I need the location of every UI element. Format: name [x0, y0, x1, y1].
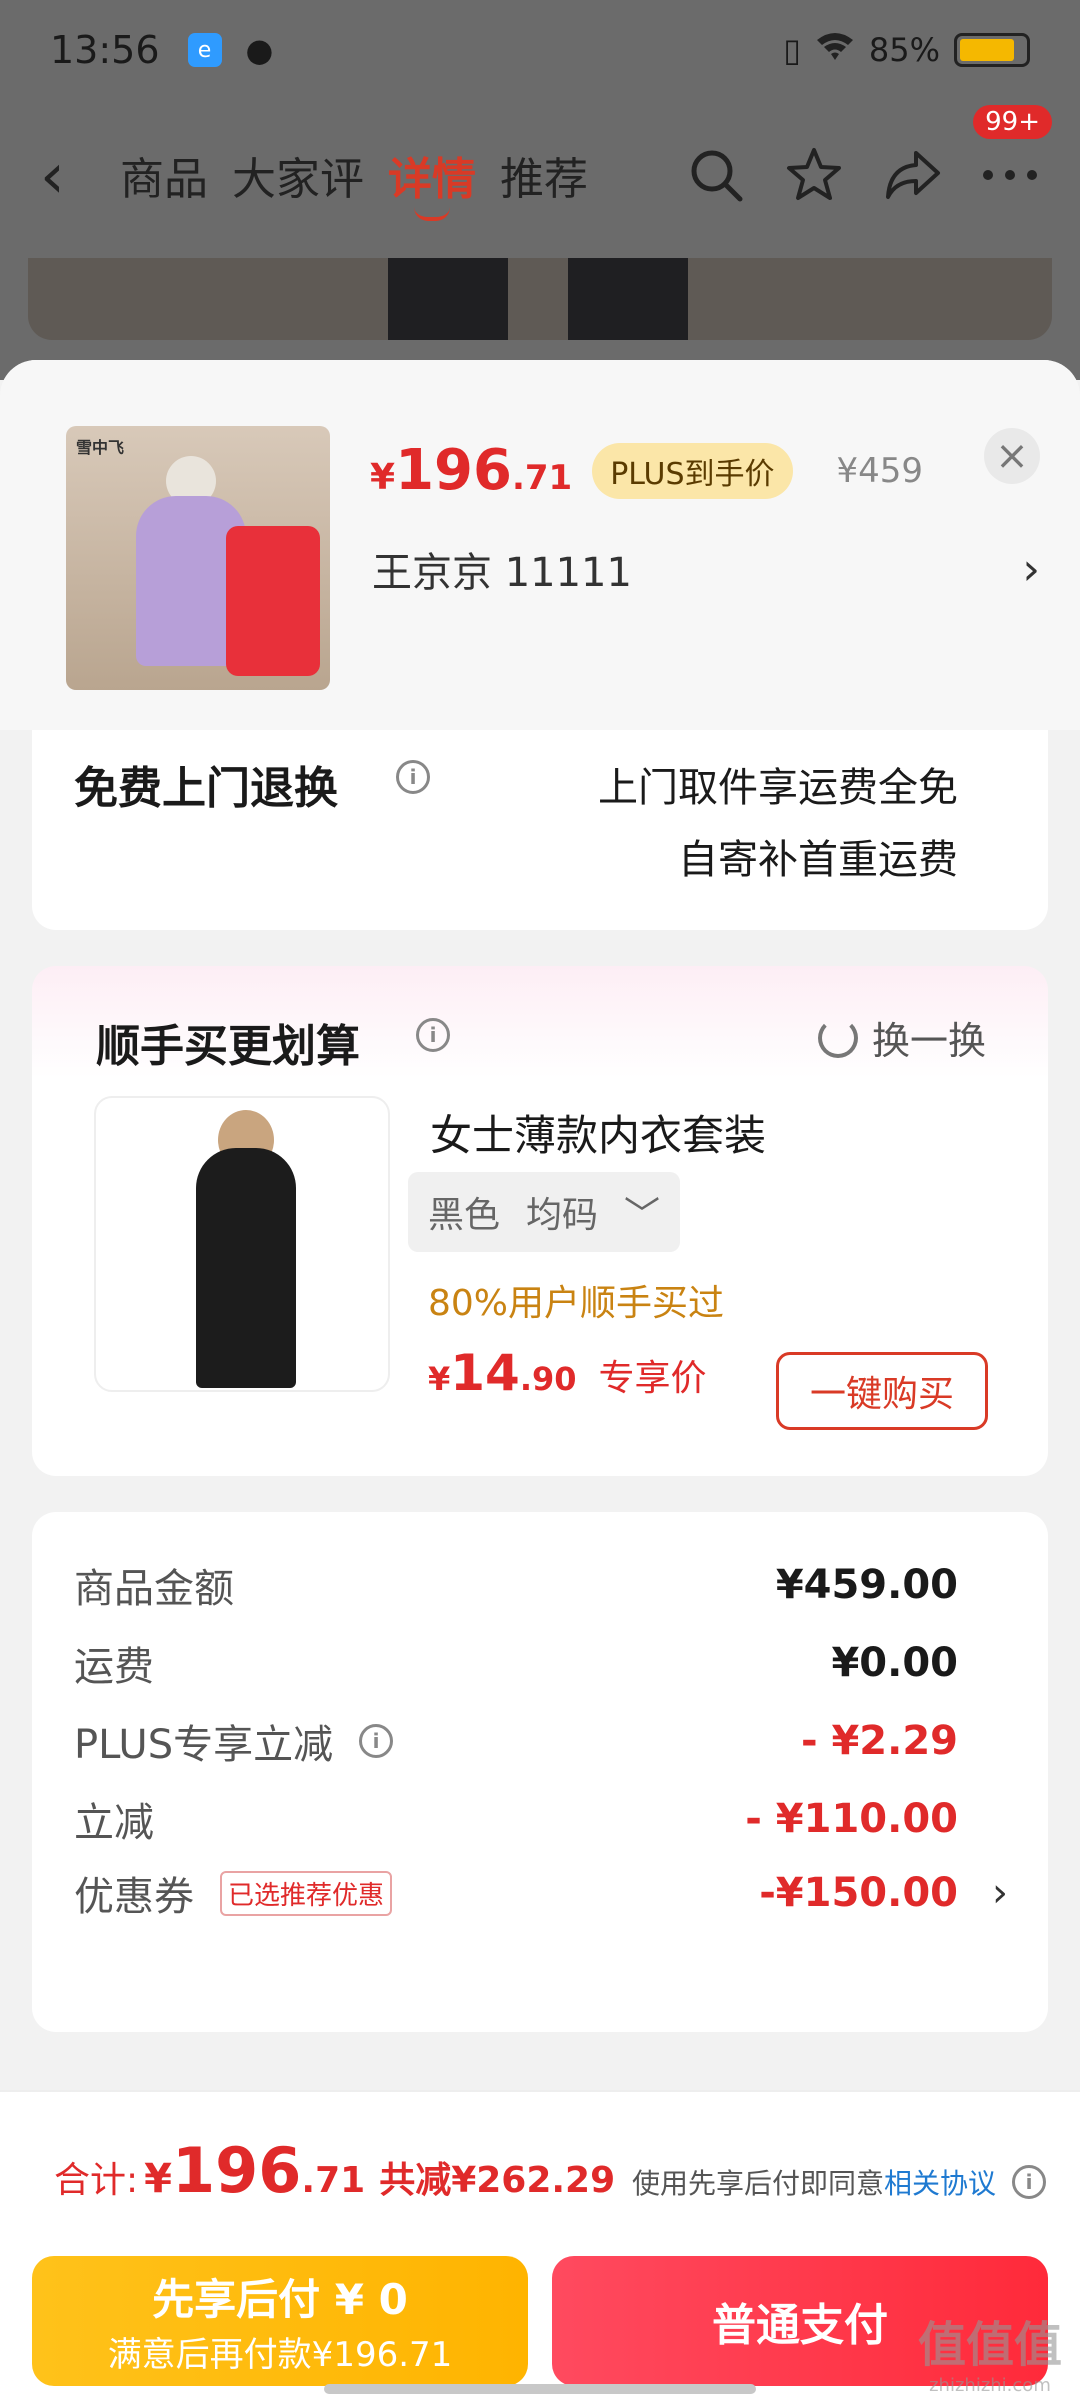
product-hero-image: [28, 258, 1052, 340]
one-click-buy-button[interactable]: 一键购买: [776, 1352, 988, 1430]
return-policy-card: 免费上门退换 i 上门取件享运费全免 自寄补首重运费: [32, 730, 1048, 930]
battery-icon: [954, 33, 1030, 67]
search-icon[interactable]: [686, 145, 746, 205]
addon-price-tag: 专享价: [598, 1358, 707, 1399]
app-notification-icon: e: [187, 33, 222, 67]
price-row: ¥ 196 .71 PLUS到手价 ¥459: [370, 438, 923, 503]
chevron-right-icon: ›: [1022, 543, 1040, 595]
price-symbol: ¥: [370, 457, 396, 498]
summary-value: - ¥110.00: [745, 1796, 958, 1842]
total-savings: 共减¥262.29: [379, 2160, 616, 2201]
share-icon[interactable]: [882, 145, 942, 205]
refresh-icon: [817, 1017, 858, 1058]
summary-value: ¥459.00: [775, 1562, 958, 1608]
total-label: 合计:: [54, 2160, 139, 2201]
addon-color: 黑色: [428, 1195, 501, 1236]
addon-price-decimal: .90: [519, 1360, 577, 1398]
spec-selector[interactable]: 王京京 11111 ›: [372, 540, 1040, 598]
site-watermark: 值值值 zhizhizhi.com: [917, 2317, 1062, 2396]
chevron-right-icon: ›: [992, 1870, 1008, 1916]
summary-value: ¥0.00: [831, 1640, 958, 1686]
total-decimal: .71: [301, 2160, 366, 2201]
summary-label: 商品金额: [74, 1566, 234, 1612]
battery-percent: 85%: [868, 31, 940, 69]
coupon-recommended-badge: 已选推荐优惠: [220, 1870, 393, 1916]
addon-social-proof: 80%用户顺手买过: [428, 1283, 725, 1324]
info-icon[interactable]: i: [396, 760, 430, 794]
chevron-down-icon: ﹀: [624, 1195, 661, 1236]
price-summary-card: 商品金额 ¥459.00 运费 ¥0.00 PLUS专享立减 i - ¥2.29…: [32, 1512, 1048, 2032]
summary-label-wrap: 优惠券 已选推荐优惠: [74, 1864, 393, 1922]
more-icon[interactable]: [980, 145, 1040, 205]
agreement-link[interactable]: 相关协议: [884, 2167, 996, 2200]
summary-label: 运费: [74, 1644, 154, 1690]
summary-label: 立减: [74, 1800, 154, 1846]
background-product-page: 13:56 e ● ▯ 85% ‹ 商品 大家评 详情 推荐 99+: [0, 0, 1080, 380]
addon-size: 均码: [526, 1195, 599, 1236]
summary-row-shipping: 运费 ¥0.00: [74, 1634, 958, 1692]
pay-later-title: 先享后付 ¥ 0: [152, 2275, 408, 2324]
addon-thumbnail[interactable]: [94, 1096, 390, 1392]
pay-later-subtitle: 满意后再付款¥196.71: [107, 2335, 453, 2375]
addon-name: 女士薄款内衣套装: [430, 1111, 767, 1160]
spec-text: 王京京 11111: [372, 550, 632, 596]
summary-value: - ¥2.29: [800, 1718, 958, 1764]
swap-button[interactable]: 换一换: [817, 1010, 986, 1065]
product-thumbnail[interactable]: 雪中飞: [66, 426, 330, 690]
checkout-footer: 合计: ¥ 196 .71 共减¥262.29 使用先享后付即同意相关协议 i …: [0, 2090, 1080, 2400]
addon-card: 顺手买更划算 i 换一换 女士薄款内衣套装 黑色 均码 ﹀ 80%用户顺手买过 …: [32, 966, 1048, 1476]
summary-row-plus-discount: PLUS专享立减 i - ¥2.29: [74, 1712, 958, 1770]
summary-row-subtotal: 商品金额 ¥459.00: [74, 1556, 958, 1614]
agreement-text: 使用先享后付即同意: [631, 2167, 884, 2200]
sim-icon: ▯: [783, 31, 801, 69]
back-button[interactable]: ‹: [40, 139, 120, 212]
return-details: 上门取件享运费全免 自寄补首重运费: [598, 752, 958, 896]
tab-recommend[interactable]: 推荐: [500, 143, 588, 207]
status-time: 13:56: [50, 28, 160, 72]
message-count-badge: 99+: [973, 105, 1052, 139]
info-icon[interactable]: i: [1012, 2165, 1046, 2199]
star-icon[interactable]: [784, 145, 844, 205]
info-icon[interactable]: i: [359, 1724, 394, 1758]
return-line-1: 上门取件享运费全免: [598, 765, 958, 811]
agreement-notice: 使用先享后付即同意相关协议 i: [632, 2162, 1046, 2202]
summary-label: PLUS专享立减: [74, 1722, 334, 1768]
brand-logo: 雪中飞: [76, 438, 125, 457]
return-line-2: 自寄补首重运费: [678, 837, 958, 883]
price-decimal: .71: [511, 458, 573, 498]
nav-icons: 99+: [686, 105, 1052, 205]
swap-label: 换一换: [871, 1019, 986, 1063]
summary-label: 优惠券: [74, 1874, 194, 1920]
addon-price-integer: 14: [450, 1344, 520, 1402]
summary-row-discount: 立减 - ¥110.00: [74, 1790, 958, 1848]
home-indicator[interactable]: [324, 2384, 756, 2394]
tab-reviews[interactable]: 大家评: [232, 143, 364, 207]
summary-row-coupon[interactable]: 优惠券 已选推荐优惠 -¥150.00 ›: [74, 1864, 1008, 1922]
return-title: 免费上门退换: [74, 763, 338, 814]
addon-sku-selector[interactable]: 黑色 均码 ﹀: [408, 1172, 681, 1252]
checkout-page: 13:56 e ● ▯ 85% ‹ 商品 大家评 详情 推荐 99+ 雪中飞 ¥…: [0, 0, 1080, 2400]
wifi-icon: [815, 30, 855, 70]
price-integer: 196: [395, 438, 512, 503]
total-row: 合计: ¥ 196 .71 共减¥262.29: [54, 2134, 615, 2207]
summary-label-wrap: PLUS专享立减 i: [74, 1712, 394, 1770]
addon-title: 顺手买更划算: [96, 1021, 360, 1072]
total-symbol: ¥: [144, 2156, 172, 2202]
tab-details[interactable]: 详情: [388, 143, 476, 221]
addon-price-symbol: ¥: [428, 1360, 451, 1398]
info-icon[interactable]: i: [416, 1018, 450, 1052]
summary-value: -¥150.00: [759, 1870, 958, 1916]
status-bar: 13:56 e ● ▯ 85%: [0, 0, 1080, 100]
product-summary: 雪中飞 ¥ 196 .71 PLUS到手价 ¥459 × 王京京 11111 ›: [0, 360, 1080, 730]
qq-notification-icon: ●: [245, 31, 274, 69]
status-right: ▯ 85%: [783, 30, 1030, 70]
pay-later-button[interactable]: 先享后付 ¥ 0 满意后再付款¥196.71: [32, 2256, 528, 2386]
tab-product[interactable]: 商品: [120, 143, 208, 207]
addon-price: ¥ 14 .90 专享价: [428, 1344, 707, 1402]
plus-price-badge: PLUS到手价: [592, 442, 793, 499]
top-nav: ‹ 商品 大家评 详情 推荐 99+: [0, 105, 1080, 230]
original-price: ¥459: [836, 450, 924, 491]
total-integer: 196: [171, 2134, 302, 2207]
close-icon[interactable]: ×: [984, 428, 1040, 484]
